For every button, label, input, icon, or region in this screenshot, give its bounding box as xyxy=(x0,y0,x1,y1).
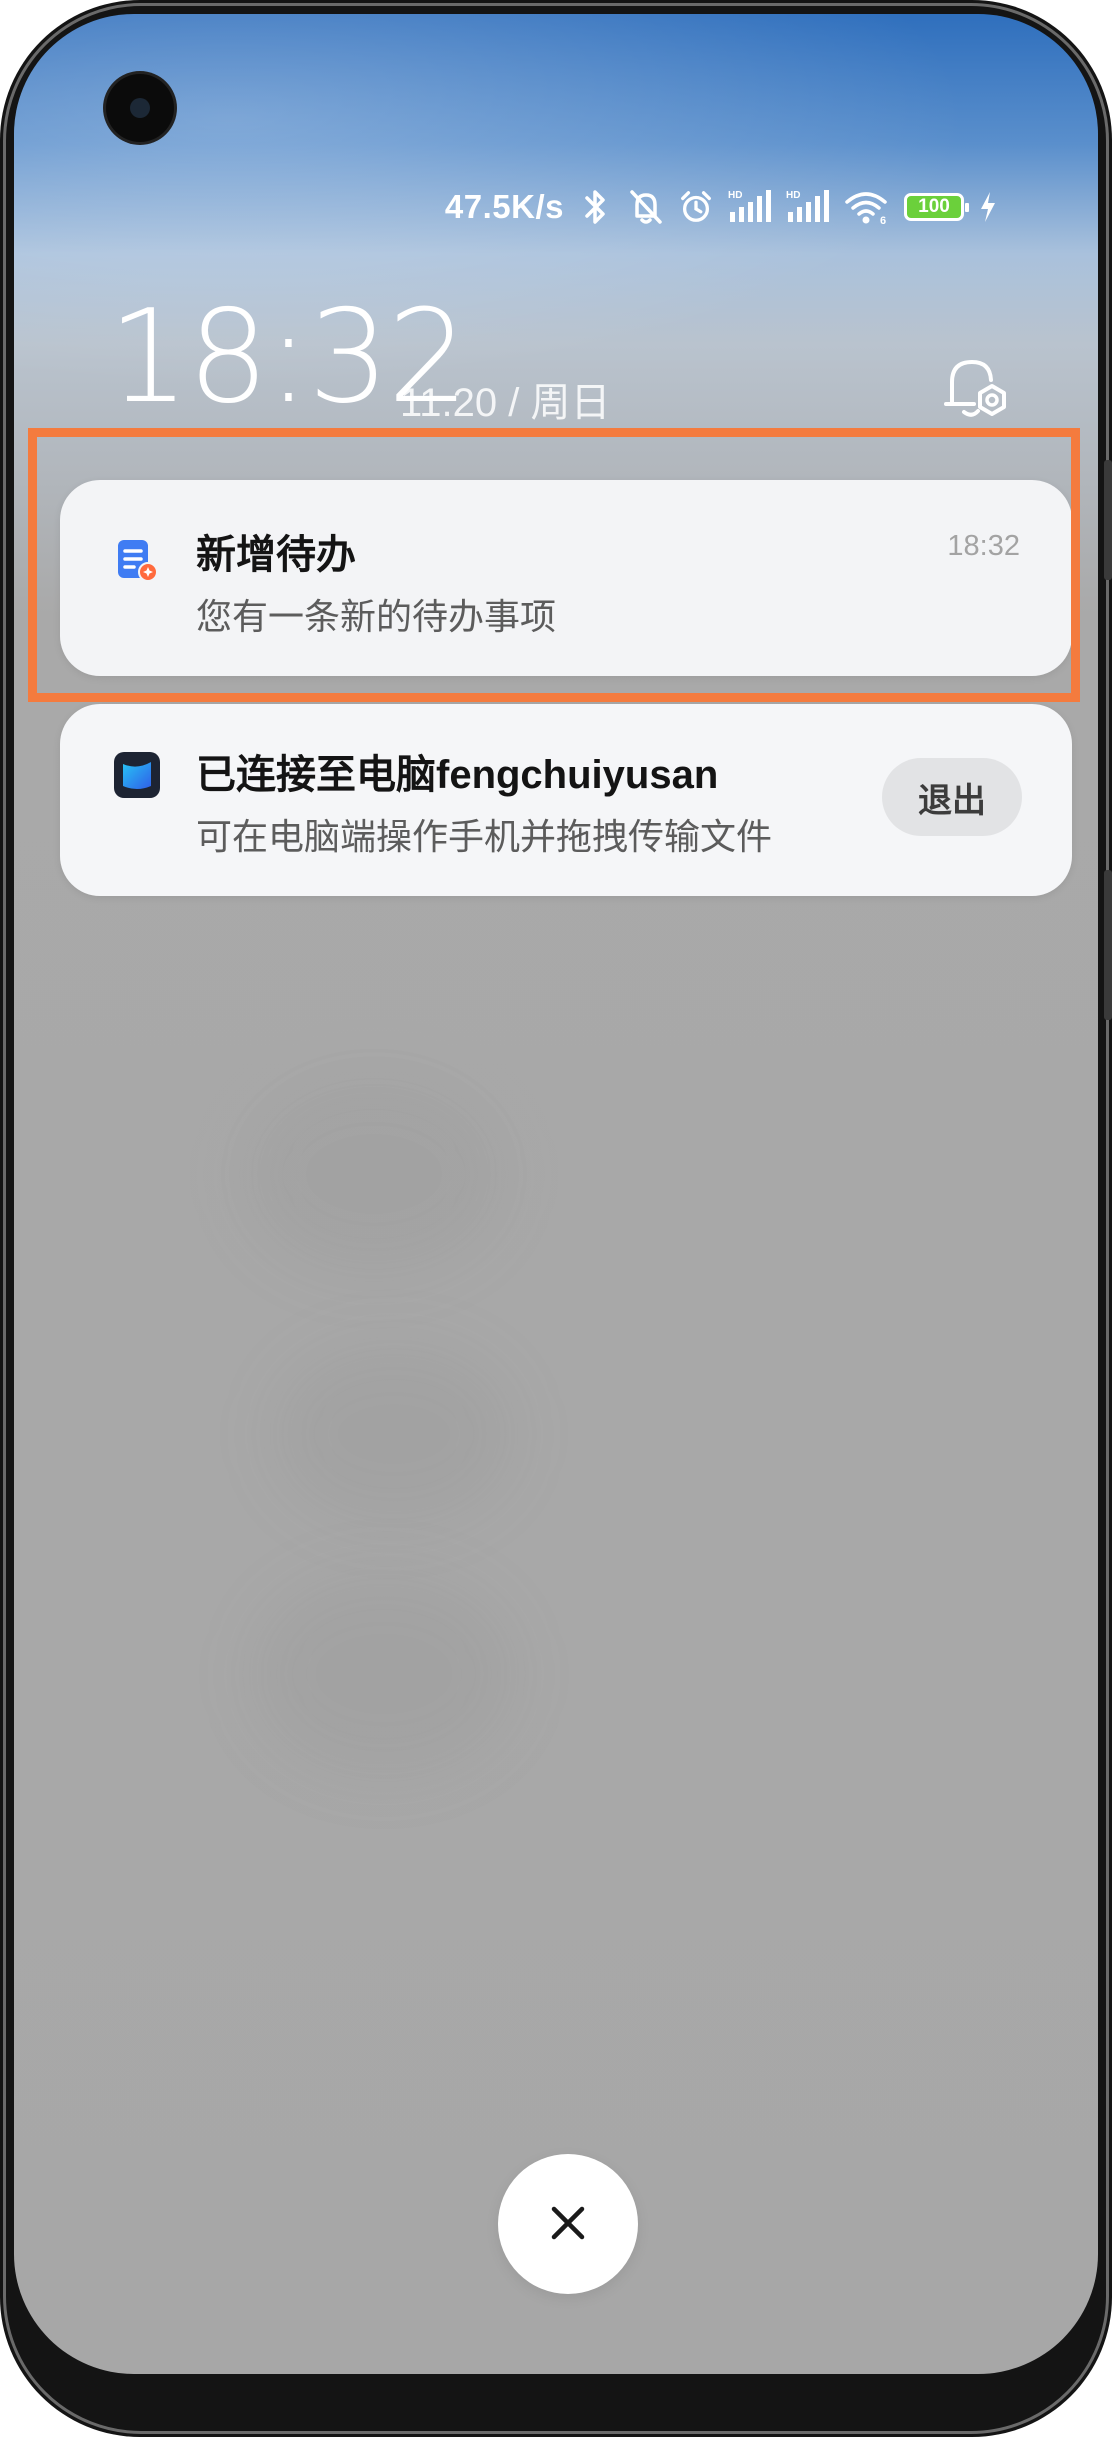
notification-title: 新增待办 xyxy=(196,533,356,577)
phone-frame: 47.5K/s HD HD 6 100 18:32 11.20 / 周日 新增待… xyxy=(0,0,1112,2437)
mute-bell-icon xyxy=(628,187,664,227)
wifi-6-icon: 6 xyxy=(844,187,890,227)
battery-icon: 100 xyxy=(904,193,969,221)
close-icon xyxy=(548,2203,588,2246)
svg-text:6: 6 xyxy=(880,215,886,226)
network-speed: 47.5K/s xyxy=(444,188,564,225)
notification-card-pc-connection[interactable]: 已连接至电脑fengchuiyusan 可在电脑端操作手机并拖拽传输文件 退出 xyxy=(60,704,1072,896)
clear-notifications-button[interactable] xyxy=(498,2154,638,2294)
svg-text:HD: HD xyxy=(728,190,742,201)
charging-bolt-icon xyxy=(978,187,998,227)
todo-app-icon xyxy=(112,534,162,584)
wallpaper-blur xyxy=(254,1574,514,1774)
notification-time: 18:32 xyxy=(947,530,1020,562)
lock-screen: 47.5K/s HD HD 6 100 18:32 11.20 / 周日 新增待… xyxy=(14,14,1098,2374)
exit-button[interactable]: 退出 xyxy=(882,758,1022,836)
side-key xyxy=(1104,870,1112,1020)
battery-level: 100 xyxy=(918,196,950,217)
notification-body: 可在电脑端操作手机并拖拽传输文件 xyxy=(196,816,773,857)
hd-signal-icon: HD xyxy=(728,187,772,227)
alarm-icon xyxy=(678,187,714,227)
hd-signal-icon: HD xyxy=(786,187,830,227)
notification-body: 您有一条新的待办事项 xyxy=(196,596,557,637)
status-bar: 47.5K/s HD HD 6 100 xyxy=(445,182,998,232)
notification-settings-icon[interactable] xyxy=(934,348,1014,428)
phone-pc-connect-icon xyxy=(112,750,162,800)
svg-text:HD: HD xyxy=(786,190,800,201)
wallpaper-blur xyxy=(244,1074,504,1274)
notification-card-todo[interactable]: 新增待办 您有一条新的待办事项 18:32 xyxy=(60,480,1072,676)
bluetooth-icon xyxy=(578,187,614,227)
notification-title: 已连接至电脑fengchuiyusan xyxy=(196,753,719,797)
wallpaper-blur xyxy=(274,1344,514,1524)
side-key xyxy=(1104,460,1112,580)
lockscreen-date: 11.20 / 周日 xyxy=(400,381,611,425)
front-camera xyxy=(106,74,174,142)
